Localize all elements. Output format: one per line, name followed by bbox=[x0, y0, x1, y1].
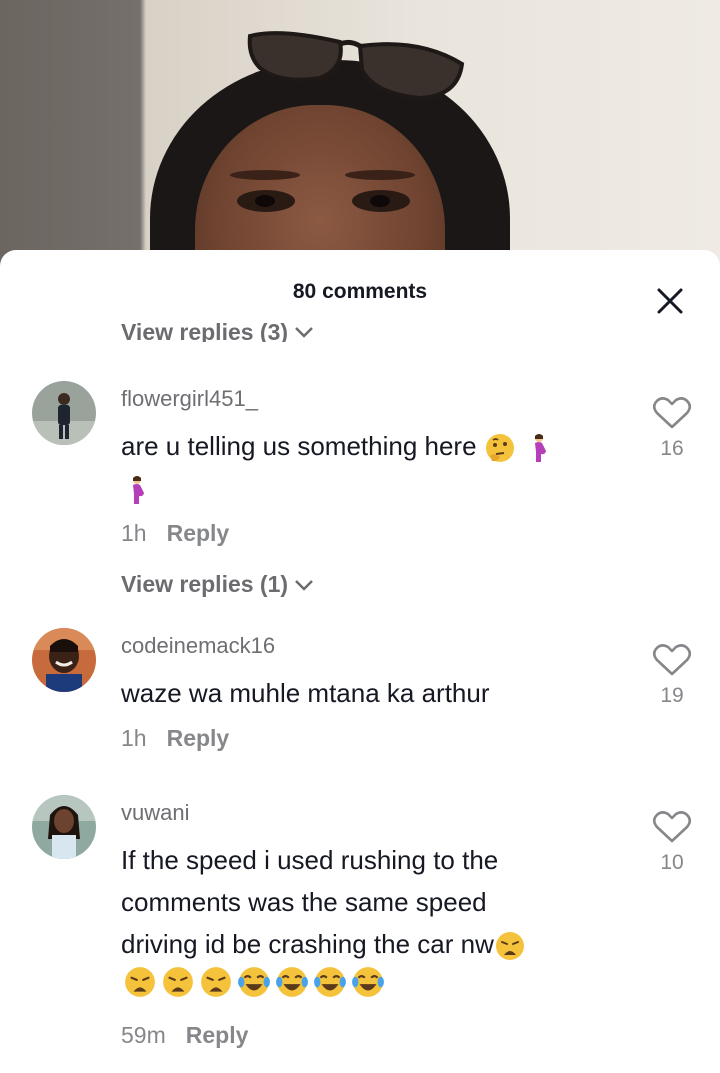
comment-text: waze wa muhle mtana ka arthur bbox=[121, 678, 490, 708]
video-brow-left bbox=[230, 170, 300, 180]
weary-face-emoji-icon bbox=[201, 967, 231, 997]
tears-of-joy-emoji-icon bbox=[276, 967, 308, 997]
like-button[interactable]: 16 bbox=[652, 396, 692, 461]
view-replies-label: View replies (1) bbox=[121, 571, 289, 597]
close-icon[interactable] bbox=[654, 285, 686, 317]
emoji-row bbox=[121, 965, 526, 999]
chevron-down-icon bbox=[295, 579, 313, 591]
avatar[interactable] bbox=[32, 795, 96, 859]
comment-meta: 59m Reply bbox=[121, 1022, 248, 1049]
pregnant-woman-emoji-icon bbox=[535, 434, 547, 463]
comment-text-line-wrap: driving id be crashing the car nw bbox=[121, 923, 526, 965]
view-replies-link[interactable]: View replies (3) bbox=[121, 322, 314, 342]
comment-text-line: If the speed i used rushing to the bbox=[121, 845, 499, 875]
comment-username[interactable]: vuwani bbox=[121, 800, 189, 826]
tears-of-joy-emoji-icon bbox=[238, 967, 270, 997]
tears-of-joy-emoji-icon bbox=[314, 967, 346, 997]
chevron-down-icon bbox=[295, 327, 313, 338]
comments-count-title: 80 comments bbox=[292, 280, 428, 303]
reply-button[interactable]: Reply bbox=[186, 1022, 249, 1049]
video-sunglasses bbox=[247, 31, 465, 100]
comment-username[interactable]: codeinemack16 bbox=[121, 633, 275, 659]
weary-face-emoji-icon bbox=[495, 932, 524, 961]
comment-text-content: are u telling us something here bbox=[121, 431, 477, 461]
like-count: 16 bbox=[660, 437, 684, 460]
thinking-face-emoji-icon bbox=[485, 434, 514, 463]
weary-face-emoji-icon bbox=[163, 967, 193, 997]
like-count: 10 bbox=[660, 851, 684, 874]
comment-meta: 1h Reply bbox=[121, 725, 229, 752]
tears-of-joy-emoji-icon bbox=[352, 967, 384, 997]
heart-outline-icon bbox=[652, 397, 692, 429]
view-replies-link[interactable]: View replies (1) bbox=[121, 571, 314, 598]
heart-outline-icon bbox=[652, 644, 692, 676]
video-brow-right bbox=[345, 170, 415, 180]
comment-timestamp: 59m bbox=[121, 1022, 166, 1048]
comment-username[interactable]: flowergirl451_ bbox=[121, 386, 258, 412]
like-count: 19 bbox=[660, 684, 684, 707]
comment-timestamp: 1h bbox=[121, 520, 147, 546]
comments-sheet[interactable]: 80 comments View replies (3) flowergirl4… bbox=[0, 250, 720, 1073]
like-button[interactable]: 19 bbox=[652, 643, 692, 708]
comment-timestamp: 1h bbox=[121, 725, 147, 751]
comment-text-line: comments was the same speed bbox=[121, 887, 487, 917]
video-eye-left bbox=[237, 190, 295, 212]
video-background bbox=[0, 0, 720, 270]
pregnant-woman-emoji-icon bbox=[133, 476, 144, 504]
heart-outline-icon bbox=[652, 811, 692, 843]
avatar[interactable] bbox=[32, 628, 96, 692]
reply-button[interactable]: Reply bbox=[167, 520, 230, 547]
comment-text: If the speed i used rushing to the comme… bbox=[121, 839, 526, 999]
like-button[interactable]: 10 bbox=[652, 810, 692, 875]
comment-text: are u telling us something here bbox=[121, 425, 621, 467]
reply-button[interactable]: Reply bbox=[167, 725, 230, 752]
comment-text-line: driving id be crashing the car nw bbox=[121, 929, 494, 959]
view-replies-label: View replies (3) bbox=[121, 322, 289, 342]
weary-face-emoji-icon bbox=[125, 967, 155, 997]
avatar[interactable] bbox=[32, 381, 96, 445]
comment-meta: 1h Reply bbox=[121, 520, 229, 547]
video-eye-right bbox=[352, 190, 410, 212]
